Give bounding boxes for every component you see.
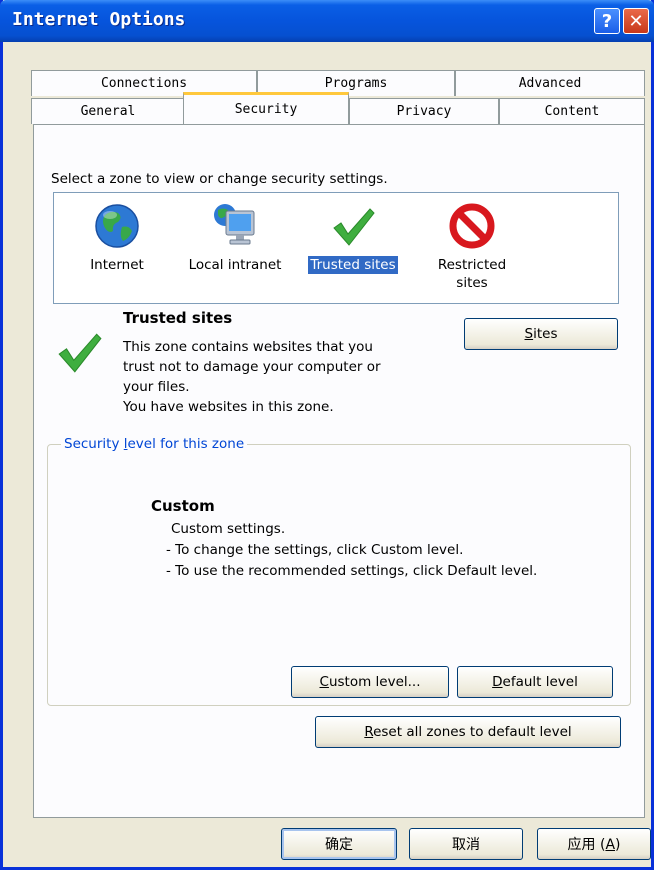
zone-info-desc-4: You have websites in this zone. [123,399,334,415]
ok-button-label: 确定 [325,837,353,853]
security-level-group-title: Security level for this zone [61,436,248,452]
help-icon: ? [601,10,613,32]
tab-programs-label: Programs [324,76,388,91]
tab-advanced-label: Advanced [518,76,582,91]
reset-all-zones-button-label: Reset all zones to default level [364,724,572,740]
tab-content[interactable]: Content [499,98,645,124]
tab-connections-label: Connections [100,76,188,91]
custom-level-button[interactable]: Custom level... [291,666,449,698]
close-icon: ✕ [628,10,644,32]
security-level-line-3: - To use the recommended settings, click… [166,563,538,579]
checkmark-icon [333,208,375,246]
title-bar[interactable]: Internet Options ? ✕ [0,0,654,42]
zone-prompt: Select a zone to view or change security… [51,171,388,187]
cancel-button[interactable]: 取消 [409,828,523,860]
sites-button[interactable]: Sites [464,318,618,350]
ok-button[interactable]: 确定 [281,828,397,860]
tab-advanced[interactable]: Advanced [455,70,645,96]
security-level-name: Custom [151,497,215,515]
zone-list[interactable]: Internet Local intranet Trusted sites Re… [53,192,619,304]
zone-internet[interactable]: Internet [72,201,162,274]
tab-privacy-label: Privacy [396,104,452,119]
tab-general[interactable]: General [31,98,185,124]
reset-all-zones-button[interactable]: Reset all zones to default level [315,716,621,748]
zone-restricted-sites[interactable]: Restricted sites [422,201,522,292]
close-button[interactable]: ✕ [623,8,649,34]
zone-trusted-sites-label: Trusted sites [307,255,399,275]
tab-security-label: Security [234,102,298,117]
zone-local-intranet-label: Local intranet [188,257,282,273]
tab-security[interactable]: Security [183,92,349,124]
sites-button-label: Sites [524,326,558,342]
globe-icon [95,204,139,248]
security-level-line-1: Custom settings. [171,521,286,537]
cancel-button-label: 取消 [452,837,480,853]
zone-info-desc-1: This zone contains websites that you [123,339,373,355]
zone-trusted-sites[interactable]: Trusted sites [298,201,408,275]
default-level-button[interactable]: Default level [457,666,613,698]
tab-content-label: Content [544,104,600,119]
zone-checkmark-icon [58,333,102,373]
tab-privacy[interactable]: Privacy [349,98,499,124]
apply-button[interactable]: 应用 (A) [537,828,651,860]
custom-level-button-label: Custom level... [319,674,421,690]
no-entry-icon [449,203,495,249]
help-button[interactable]: ? [594,8,620,34]
zone-info-desc-3: your files. [123,379,190,395]
internet-options-window: Internet Options ? ✕ Connections Program… [0,0,654,870]
zone-restricted-sites-label: Restricted sites [437,257,507,291]
zone-local-intranet[interactable]: Local intranet [176,201,294,274]
zone-info-title: Trusted sites [123,309,233,327]
apply-button-label: 应用 (A) [567,837,621,853]
zone-info-desc-2: trust not to damage your computer or [123,359,381,375]
zone-internet-label: Internet [90,257,144,273]
default-level-button-label: Default level [492,674,578,690]
security-level-line-2: - To change the settings, click Custom l… [166,542,464,558]
monitor-icon [214,204,255,245]
window-title: Internet Options [12,9,186,30]
tab-general-label: General [80,104,136,119]
